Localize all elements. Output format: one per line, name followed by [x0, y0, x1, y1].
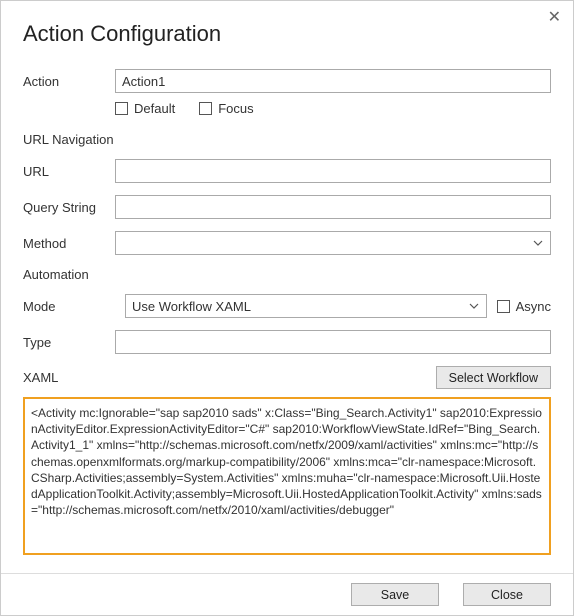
xaml-label: XAML	[23, 370, 115, 385]
query-string-row: Query String	[23, 195, 551, 219]
focus-checkbox-label: Focus	[218, 101, 253, 116]
type-input[interactable]	[115, 330, 551, 354]
action-checks: Default Focus	[115, 101, 551, 116]
async-checkbox-label: Async	[516, 299, 551, 314]
select-workflow-button[interactable]: Select Workflow	[436, 366, 551, 389]
type-row: Type	[23, 330, 551, 354]
url-input[interactable]	[115, 159, 551, 183]
chevron-down-icon	[532, 237, 544, 249]
query-string-input[interactable]	[115, 195, 551, 219]
method-row: Method	[23, 231, 551, 255]
mode-select[interactable]: Use Workflow XAML	[125, 294, 487, 318]
query-string-label: Query String	[23, 200, 115, 215]
method-label: Method	[23, 236, 115, 251]
default-checkbox[interactable]: Default	[115, 101, 175, 116]
async-checkbox[interactable]: Async	[497, 299, 551, 314]
action-row: Action	[23, 69, 551, 93]
close-button[interactable]: Close	[463, 583, 551, 606]
default-checkbox-label: Default	[134, 101, 175, 116]
checkbox-box	[199, 102, 212, 115]
page-title: Action Configuration	[23, 21, 551, 47]
xaml-row: XAML Select Workflow	[23, 366, 551, 389]
mode-row: Mode Use Workflow XAML Async	[23, 294, 551, 318]
url-label: URL	[23, 164, 115, 179]
automation-section-label: Automation	[23, 267, 551, 282]
xaml-textarea[interactable]: <Activity mc:Ignorable="sap sap2010 sads…	[23, 397, 551, 555]
url-navigation-section-label: URL Navigation	[23, 132, 551, 147]
save-button[interactable]: Save	[351, 583, 439, 606]
dialog-footer: Save Close	[1, 573, 573, 615]
dialog-body: Action Configuration Action Default Focu…	[1, 1, 573, 555]
method-select[interactable]	[115, 231, 551, 255]
checkbox-box	[497, 300, 510, 313]
checkbox-box	[115, 102, 128, 115]
mode-label: Mode	[23, 299, 115, 314]
close-icon[interactable]: ✕	[548, 7, 561, 27]
mode-select-value: Use Workflow XAML	[132, 299, 251, 314]
type-label: Type	[23, 335, 115, 350]
action-input[interactable]	[115, 69, 551, 93]
url-row: URL	[23, 159, 551, 183]
chevron-down-icon	[468, 300, 480, 312]
action-label: Action	[23, 74, 115, 89]
focus-checkbox[interactable]: Focus	[199, 101, 253, 116]
